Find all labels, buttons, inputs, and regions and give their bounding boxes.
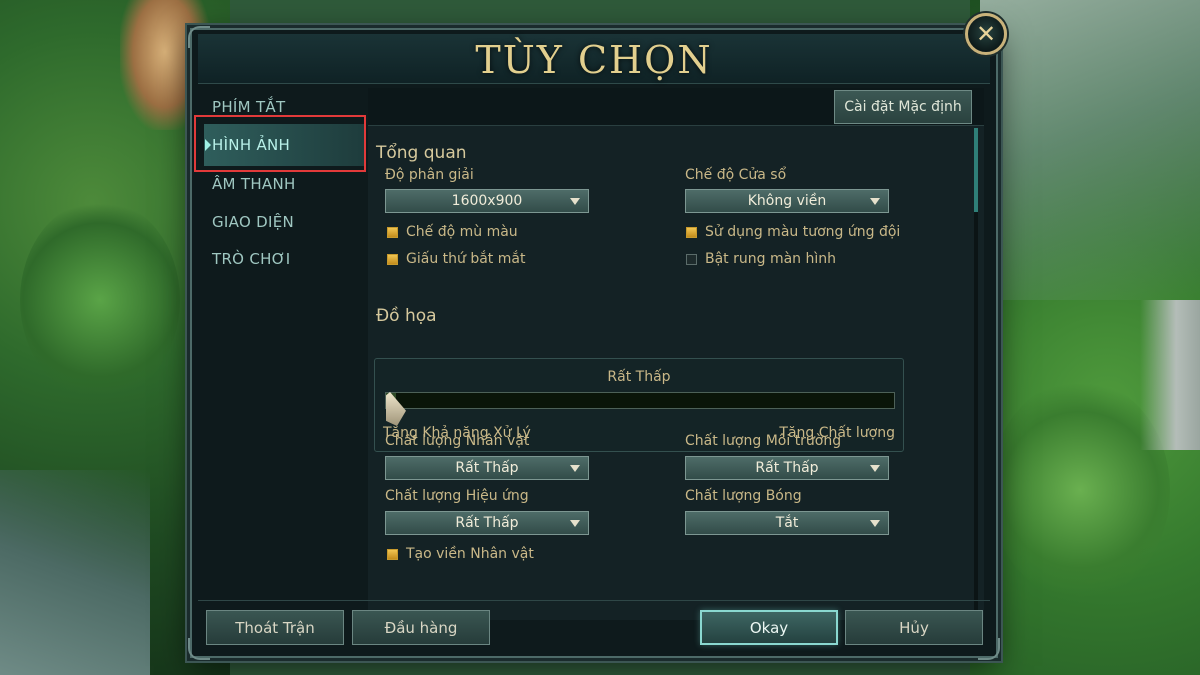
environment-quality-value: Rất Thấp xyxy=(755,460,819,476)
chevron-down-icon xyxy=(570,520,580,527)
window-mode-value: Không viền xyxy=(747,193,827,209)
character-outline-checkbox[interactable]: Tạo viền Nhân vật xyxy=(387,546,534,562)
effects-quality-value: Rất Thấp xyxy=(455,515,519,531)
checkbox-checked-icon xyxy=(686,226,697,238)
chevron-down-icon xyxy=(870,198,880,205)
graphics-title: Đồ họa xyxy=(376,306,437,326)
checkbox-checked-icon xyxy=(387,548,398,560)
hide-eye-candy-checkbox[interactable]: Giấu thứ bắt mắt xyxy=(387,251,525,267)
leave-game-button[interactable]: Thoát Trận xyxy=(206,610,344,645)
effects-quality-label: Chất lượng Hiệu ứng xyxy=(385,488,529,504)
resolution-value: 1600x900 xyxy=(451,193,523,209)
graphics-quality-slider[interactable] xyxy=(385,392,895,426)
relative-team-colors-checkbox[interactable]: Sử dụng màu tương ứng đội xyxy=(686,224,900,240)
sidebar-item-interface[interactable]: GIAO DIỆN xyxy=(212,213,294,231)
checkbox-label: Tạo viền Nhân vật xyxy=(406,546,534,562)
restore-defaults-button[interactable]: Cài đặt Mặc định xyxy=(834,90,972,124)
background-stone-ruin xyxy=(0,470,150,675)
dialog-header: TÙY CHỌN xyxy=(198,34,990,84)
checkbox-label: Giấu thứ bắt mắt xyxy=(406,251,526,267)
slider-handle[interactable] xyxy=(386,392,406,426)
checkbox-label: Chế độ mù màu xyxy=(406,224,518,240)
window-mode-label: Chế độ Cửa sổ xyxy=(685,167,787,183)
dialog-title: TÙY CHỌN xyxy=(475,38,713,82)
resolution-label: Độ phân giải xyxy=(385,167,474,183)
options-sidebar: PHÍM TẮT HÌNH ẢNH ÂM THANH GIAO DIỆN TRÒ… xyxy=(200,88,365,588)
chevron-down-icon xyxy=(870,465,880,472)
sidebar-item-hotkeys[interactable]: PHÍM TẮT xyxy=(212,98,285,116)
environment-quality-select[interactable]: Rất Thấp xyxy=(685,456,889,480)
cancel-button[interactable]: Hủy xyxy=(845,610,983,645)
options-dialog: TÙY CHỌN PHÍM TẮT HÌNH ẢNH ÂM THANH GIAO… xyxy=(188,26,1000,660)
chevron-down-icon xyxy=(570,198,580,205)
selected-arrow-icon xyxy=(205,139,211,151)
checkbox-label: Bật rung màn hình xyxy=(705,251,837,267)
background-stone-path xyxy=(980,0,1200,300)
panel-scrollbar[interactable] xyxy=(974,128,978,618)
checkbox-checked-icon xyxy=(387,226,398,238)
overview-title: Tổng quan xyxy=(376,143,467,163)
character-quality-label: Chất lượng Nhân vật xyxy=(385,433,530,449)
close-icon[interactable]: ✕ xyxy=(965,13,1007,55)
sidebar-item-label: HÌNH ẢNH xyxy=(212,136,291,154)
character-quality-value: Rất Thấp xyxy=(455,460,519,476)
checkbox-label: Sử dụng màu tương ứng đội xyxy=(705,224,901,240)
footer-divider xyxy=(198,600,990,601)
screen-shake-checkbox[interactable]: Bật rung màn hình xyxy=(686,251,836,267)
sidebar-item-game[interactable]: TRÒ CHƠI xyxy=(212,250,290,268)
resolution-select[interactable]: 1600x900 xyxy=(385,189,589,213)
sidebar-item-sound[interactable]: ÂM THANH xyxy=(212,175,296,193)
scrollbar-thumb[interactable] xyxy=(974,128,978,212)
window-mode-select[interactable]: Không viền xyxy=(685,189,889,213)
chevron-down-icon xyxy=(570,465,580,472)
shadow-quality-label: Chất lượng Bóng xyxy=(685,488,802,504)
shadow-quality-select[interactable]: Tắt xyxy=(685,511,889,535)
okay-button[interactable]: Okay xyxy=(700,610,838,645)
checkbox-unchecked-icon xyxy=(686,253,697,265)
panel-topbar: Cài đặt Mặc định xyxy=(368,88,984,126)
shadow-quality-value: Tắt xyxy=(775,515,799,531)
graphics-level-value: Rất Thấp xyxy=(607,369,671,385)
chevron-down-icon xyxy=(870,520,880,527)
character-quality-select[interactable]: Rất Thấp xyxy=(385,456,589,480)
background-pillar xyxy=(1140,300,1200,450)
environment-quality-label: Chất lượng Môi trường xyxy=(685,433,842,449)
sidebar-item-video[interactable]: HÌNH ẢNH xyxy=(204,124,364,166)
colorblind-checkbox[interactable]: Chế độ mù màu xyxy=(387,224,518,240)
video-settings-panel: Cài đặt Mặc định Tổng quan Độ phân giải … xyxy=(368,88,984,620)
checkbox-checked-icon xyxy=(387,253,398,265)
surrender-button[interactable]: Đầu hàng xyxy=(352,610,490,645)
effects-quality-select[interactable]: Rất Thấp xyxy=(385,511,589,535)
background-tree-left xyxy=(20,200,180,400)
